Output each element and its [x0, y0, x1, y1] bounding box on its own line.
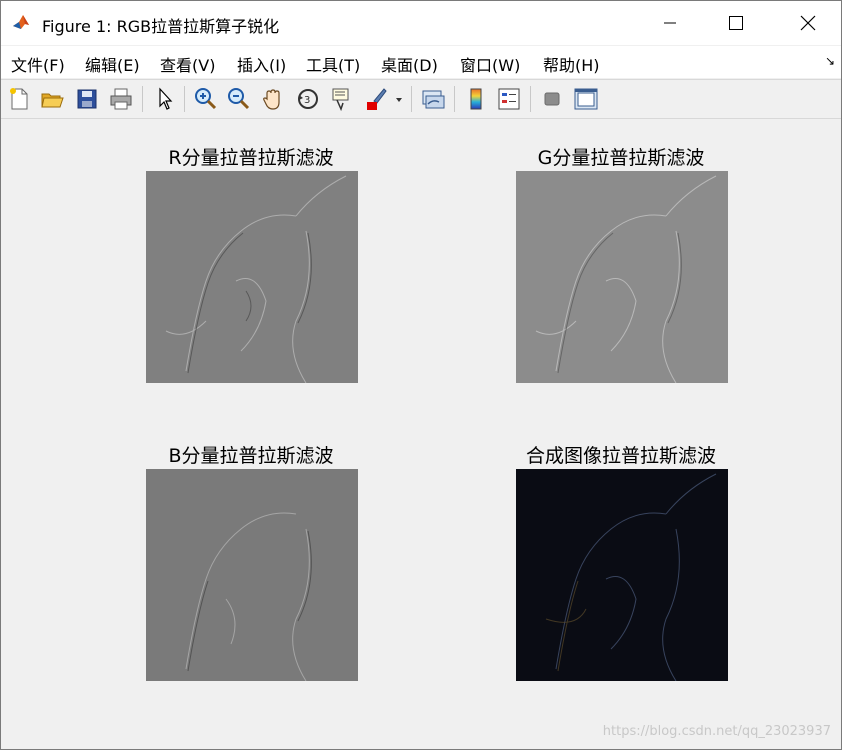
watermark-text: https://blog.csdn.net/qq_23023937 [602, 724, 831, 739]
figure-toolbar: 3 [1, 79, 841, 119]
chevron-down-icon [396, 98, 402, 102]
open-folder-icon [41, 93, 64, 108]
menu-help[interactable]: 帮助(H) [543, 52, 600, 76]
close-icon [800, 15, 816, 31]
zoom-out-icon [228, 88, 250, 110]
hide-plot-tools-icon [544, 92, 560, 106]
legend-icon [498, 88, 520, 110]
image-composite-laplacian[interactable] [516, 469, 728, 681]
dock-arrow-icon[interactable]: ↘ [825, 54, 835, 68]
brush-button[interactable] [362, 85, 390, 113]
minimize-icon [664, 22, 676, 24]
menu-tools[interactable]: 工具(T) [306, 52, 360, 76]
print-button[interactable] [107, 85, 135, 113]
show-plot-tools-icon [574, 88, 598, 110]
link-plot-icon [422, 90, 445, 109]
hand-pan-icon [263, 89, 280, 110]
brush-dropdown[interactable] [392, 85, 406, 113]
image-r-laplacian[interactable] [146, 171, 358, 383]
legend-button[interactable] [495, 85, 523, 113]
toolbar-separator [454, 86, 455, 112]
toolbar-separator [530, 86, 531, 112]
toolbar-separator [411, 86, 412, 112]
rotate-3d-button[interactable]: 3 [294, 85, 322, 113]
zoom-in-icon [195, 88, 217, 110]
menu-file[interactable]: 文件(F) [11, 52, 65, 76]
figure-window: Figure 1: RGB拉普拉斯算子锐化 文件(F) 编辑(E) 查看(V) … [0, 0, 842, 750]
axes-title-r: R分量拉普拉斯滤波 [168, 147, 334, 169]
brush-icon [367, 88, 387, 110]
data-cursor-button[interactable] [327, 85, 355, 113]
rotate-3d-icon: 3 [298, 89, 318, 109]
menu-bar: 文件(F) 编辑(E) 查看(V) 插入(I) 工具(T) 桌面(D) 窗口(W… [1, 46, 841, 78]
colorbar-icon [470, 88, 482, 110]
svg-text:3: 3 [304, 95, 310, 106]
hide-plot-tools-button[interactable] [538, 85, 566, 113]
toolbar-separator [184, 86, 185, 112]
save-button[interactable] [73, 85, 101, 113]
new-figure-button[interactable] [5, 85, 33, 113]
matlab-logo-icon [11, 11, 33, 33]
colorbar-button[interactable] [462, 85, 490, 113]
open-file-button[interactable] [38, 85, 66, 113]
menu-window[interactable]: 窗口(W) [460, 52, 520, 76]
printer-icon [110, 88, 132, 110]
image-g-content [516, 171, 728, 383]
maximize-icon [729, 16, 743, 30]
data-tip-icon [332, 88, 349, 112]
title-bar[interactable]: Figure 1: RGB拉普拉斯算子锐化 [1, 1, 841, 45]
menu-desktop[interactable]: 桌面(D) [381, 52, 438, 76]
window-title: Figure 1: RGB拉普拉斯算子锐化 [42, 17, 280, 36]
new-file-icon [10, 88, 28, 110]
axes-title-b: B分量拉普拉斯滤波 [168, 445, 334, 467]
menu-insert[interactable]: 插入(I) [237, 52, 286, 76]
select-button[interactable] [151, 85, 179, 113]
image-r-content [146, 171, 358, 383]
image-b-content [146, 469, 358, 681]
close-button[interactable] [785, 1, 831, 45]
image-composite-content [516, 469, 728, 681]
image-g-laplacian[interactable] [516, 171, 728, 383]
maximize-button[interactable] [713, 1, 759, 45]
save-disk-icon [77, 89, 97, 109]
pointer-arrow-icon [159, 87, 173, 110]
image-b-laplacian[interactable] [146, 469, 358, 681]
axes-title-g: G分量拉普拉斯滤波 [537, 147, 705, 169]
show-plot-tools-button[interactable] [572, 85, 600, 113]
zoom-in-button[interactable] [191, 85, 219, 113]
link-plot-button[interactable] [419, 85, 447, 113]
menu-view[interactable]: 查看(V) [160, 52, 215, 76]
pan-button[interactable] [259, 85, 287, 113]
menu-edit[interactable]: 编辑(E) [85, 52, 140, 76]
toolbar-separator [142, 86, 143, 112]
minimize-button[interactable] [647, 1, 693, 45]
zoom-out-button[interactable] [224, 85, 252, 113]
axes-title-composite: 合成图像拉普拉斯滤波 [525, 445, 716, 467]
